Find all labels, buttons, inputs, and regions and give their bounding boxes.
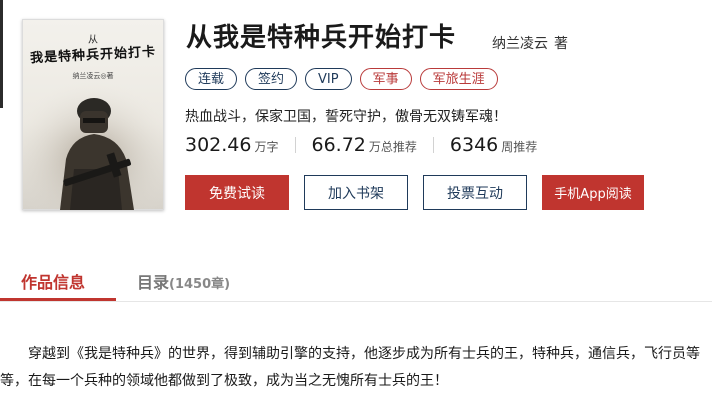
cover-author: 纳兰凌云◎著 xyxy=(72,72,114,80)
book-description: 穿越到《我是特种兵》的世界，得到辅助引擎的支持，他逐步成为所有士兵的王，特种兵，… xyxy=(0,341,712,395)
author-line: 纳兰凌云著 xyxy=(492,33,568,53)
app-read-button[interactable]: 手机App阅读 xyxy=(542,175,644,210)
tab-bar: 作品信息 目录(1450章) xyxy=(0,263,712,302)
description-line: 等，在每一个兵种的领域他都做到了极致，成为当之无愧所有士兵的王！ xyxy=(0,373,448,389)
vote-button[interactable]: 投票互动 xyxy=(423,175,527,210)
tab-book-info[interactable]: 作品信息 xyxy=(21,269,85,293)
stat-word-count: 302.46 万字 xyxy=(185,134,279,156)
stat-divider xyxy=(294,137,296,153)
tag-subcategory[interactable]: 军旅生涯 xyxy=(419,68,498,90)
tag-category[interactable]: 军事 xyxy=(359,68,412,90)
stat-unit: 周推荐 xyxy=(501,140,538,154)
author-name[interactable]: 纳兰凌云 xyxy=(492,36,548,52)
stat-value: 6346 xyxy=(449,134,499,156)
stat-unit: 万总推荐 xyxy=(368,140,417,154)
stat-value: 66.72 xyxy=(311,134,366,156)
tab-table-of-contents[interactable]: 目录(1450章) xyxy=(137,269,230,293)
tab-toc-label: 目录 xyxy=(137,273,170,292)
add-to-shelf-button[interactable]: 加入书架 xyxy=(304,175,408,210)
author-suffix: 著 xyxy=(554,36,568,52)
left-edge-strip xyxy=(0,0,3,108)
stat-unit: 万字 xyxy=(254,140,279,154)
book-stats: 302.46 万字 66.72 万总推荐 6346 周推荐 xyxy=(185,134,537,156)
description-line: 穿越到《我是特种兵》的世界，得到辅助引擎的支持，他逐步成为所有士兵的王，特种兵，… xyxy=(28,346,700,362)
chapter-count: (1450章) xyxy=(169,277,231,292)
stat-value: 302.46 xyxy=(185,134,252,156)
active-tab-indicator xyxy=(0,298,116,301)
tag-signed: 签约 xyxy=(245,68,298,90)
stat-divider xyxy=(432,137,434,153)
book-title: 从我是特种兵开始打卡 xyxy=(186,23,457,53)
tag-status: 连载 xyxy=(185,68,238,90)
tag-list: 连载 签约 VIP 军事 军旅生涯 xyxy=(185,68,498,90)
book-cover[interactable]: 从 我是特种兵开始打卡 纳兰凌云◎著 xyxy=(22,19,164,210)
book-tagline: 热血战斗，保家卫国，誓死守护，傲骨无双铸军魂！ xyxy=(185,109,507,125)
stat-total-recommend: 66.72 万总推荐 xyxy=(312,134,417,156)
free-read-button[interactable]: 免费试读 xyxy=(185,175,289,210)
tag-vip: VIP xyxy=(305,68,352,90)
stat-weekly-recommend: 6346 周推荐 xyxy=(450,134,537,156)
